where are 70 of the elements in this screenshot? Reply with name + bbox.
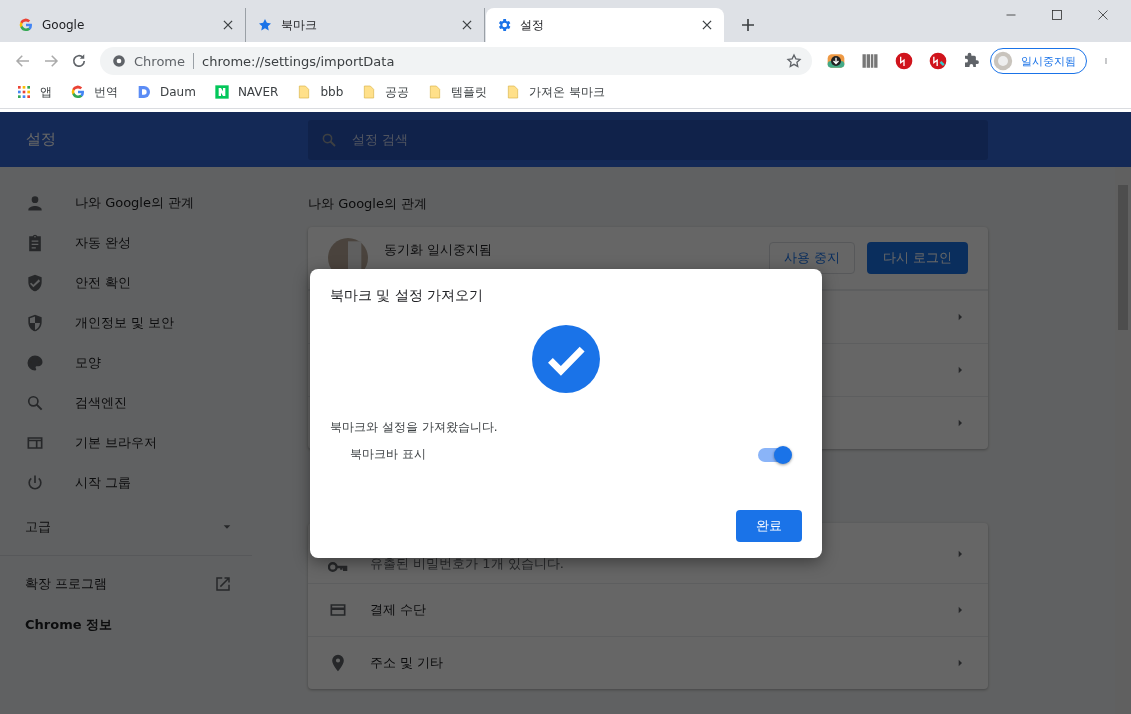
key-icon: [328, 561, 348, 573]
browser-tab[interactable]: Google: [8, 8, 246, 42]
forward-icon[interactable]: [42, 52, 60, 70]
settings-icon: [496, 17, 512, 33]
dialog-title: 북마크 및 설정 가져오기: [330, 287, 485, 305]
palette-icon: [25, 353, 45, 373]
bookmark-item[interactable]: 번역: [70, 83, 118, 101]
maximize-icon[interactable]: [1051, 9, 1063, 21]
bookmark-item[interactable]: bbb: [296, 84, 344, 100]
bookmark-item[interactable]: NAVER: [213, 84, 279, 100]
done-button[interactable]: 완료: [736, 510, 802, 542]
download-icon[interactable]: [826, 51, 846, 71]
browser-tab[interactable]: 설정: [486, 8, 724, 42]
sidebar-item[interactable]: 모양: [0, 343, 252, 383]
bookmark-item[interactable]: 공공: [361, 83, 410, 101]
round-logo-icon[interactable]: [894, 51, 914, 71]
n-logo-icon: [213, 84, 230, 100]
close-icon[interactable]: [221, 18, 235, 32]
search-field[interactable]: 설정 검색: [308, 119, 988, 160]
person-icon: [25, 193, 45, 213]
row-label: 주소 및 기타: [370, 654, 445, 672]
sync-status: 동기화 일시중지됨: [384, 241, 494, 259]
sidebar-item[interactable]: 기본 브라우저: [0, 423, 252, 463]
sidebar-item[interactable]: 시작 그룹: [0, 463, 252, 503]
browser-tab[interactable]: 북마크: [247, 8, 485, 42]
site-label: Chrome: [134, 53, 185, 69]
close-icon[interactable]: [460, 18, 474, 32]
close-icon[interactable]: [700, 18, 714, 32]
login-button[interactable]: 다시 로그인: [866, 242, 968, 274]
back-icon[interactable]: [14, 52, 32, 70]
shield-check-icon: [25, 273, 45, 293]
sidebar-item[interactable]: 자동 완성: [0, 223, 252, 263]
bars-icon[interactable]: [860, 51, 880, 71]
bookmark-item[interactable]: 가져온 북마크: [505, 83, 606, 101]
puzzle-icon[interactable]: [962, 52, 980, 70]
check-circle-icon: [532, 325, 600, 393]
google-icon: [70, 84, 86, 100]
bookmark-item[interactable]: 앱: [16, 83, 52, 101]
stop-button[interactable]: 사용 중지: [768, 242, 855, 274]
reload-icon[interactable]: [70, 52, 88, 70]
round-logo-icon[interactable]: [928, 51, 948, 71]
google-icon: [18, 17, 34, 33]
search-icon: [25, 393, 45, 413]
star-icon: [257, 17, 273, 33]
close-icon[interactable]: [1097, 9, 1109, 21]
section-title: 나와 Google의 관계: [308, 195, 429, 213]
new-tab-icon[interactable]: [739, 16, 757, 34]
page-title: 설정: [25, 130, 57, 149]
sidebar-item[interactable]: 고급: [0, 503, 252, 551]
chrome-icon: [112, 54, 126, 68]
sidebar-item[interactable]: 안전 확인: [0, 263, 252, 303]
bookmark-star-icon[interactable]: [786, 53, 802, 69]
toggle-switch[interactable]: [758, 447, 790, 462]
dialog-message: 북마크와 설정을 가져왔습니다.: [330, 419, 499, 436]
sidebar-item[interactable]: 확장 프로그램: [0, 560, 252, 608]
shield-icon: [25, 313, 45, 333]
avatar-icon: [993, 51, 1013, 71]
address-bar[interactable]: Chrome chrome://settings/importData: [100, 47, 812, 75]
apps-grid-icon: [16, 84, 32, 100]
sidebar-item[interactable]: Chrome 정보: [0, 608, 252, 642]
row-label: 결제 수단: [370, 601, 428, 619]
sidebar-item[interactable]: 검색엔진: [0, 383, 252, 423]
external-link-icon: [214, 575, 232, 593]
d-logo-icon: [136, 84, 152, 100]
sidebar-item[interactable]: 개인정보 및 보안: [0, 303, 252, 343]
toggle-label: 북마크바 표시: [350, 446, 426, 463]
url-text: chrome://settings/importData: [202, 53, 396, 69]
bookmark-item[interactable]: Daum: [136, 84, 196, 100]
bookmark-item[interactable]: 템플릿: [427, 83, 488, 101]
sidebar-item[interactable]: 나와 Google의 관계: [0, 183, 252, 223]
